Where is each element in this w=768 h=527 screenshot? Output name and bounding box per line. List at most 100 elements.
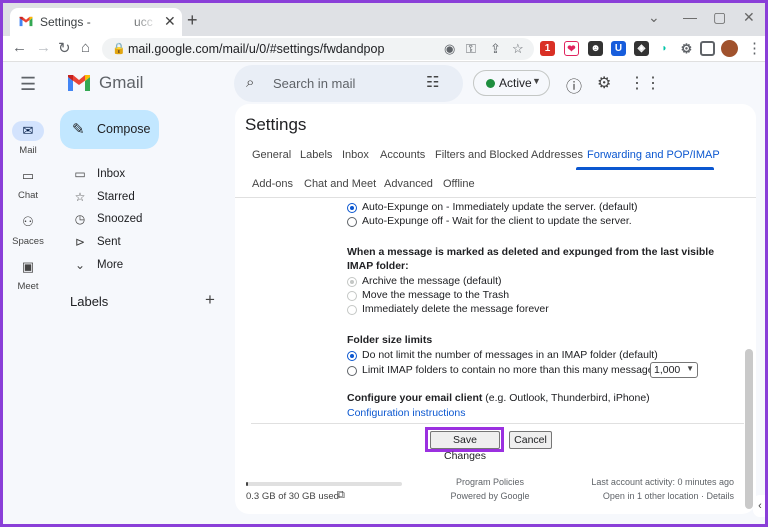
share-icon[interactable]: ⇪ [490, 41, 501, 57]
storage-meter-fill [246, 482, 248, 486]
grammarly-icon[interactable]: ◗ [657, 41, 672, 56]
program-policies-link[interactable]: Program Policies [435, 477, 545, 487]
browser-titlebar: Settings - ucc ✕ + ⌄ — ▢ ✕ [3, 3, 765, 36]
powered-by-text: Powered by Google [450, 491, 530, 501]
tab-advanced[interactable]: Advanced [384, 178, 433, 190]
configuration-instructions-link[interactable]: Configuration instructions [347, 407, 465, 419]
search-options-icon[interactable]: ☷ [426, 73, 439, 91]
apps-grid-icon[interactable]: ⋮⋮ [629, 73, 661, 93]
other-location-details-link[interactable]: Open in 1 other location · Details [603, 491, 734, 501]
tab-inbox[interactable]: Inbox [342, 149, 369, 161]
extensions-puzzle-icon[interactable]: ⚙ [679, 41, 694, 56]
limit-select[interactable]: 1,000 ▼ [650, 362, 698, 378]
url-text[interactable]: mail.google.com/mail/u/0/#settings/fwdan… [128, 42, 384, 56]
deleted-message-title-line2: IMAP folder: [347, 260, 409, 272]
cancel-button[interactable]: Cancel [509, 431, 552, 449]
limit-label: Limit IMAP folders to contain no more th… [362, 364, 659, 376]
reload-icon[interactable]: ↻ [58, 39, 71, 57]
tab-search-icon[interactable]: ⌄ [648, 9, 660, 26]
forward-icon[interactable]: → [36, 39, 51, 56]
maximize-icon[interactable]: ▢ [713, 9, 726, 26]
status-selector[interactable]: Active ▼ [473, 70, 550, 96]
home-icon[interactable]: ⌂ [81, 39, 90, 56]
gmail-logo-icon[interactable] [67, 74, 91, 92]
tab-forwarding-pop-imap[interactable]: Forwarding and POP/IMAP [587, 149, 720, 161]
screenshot-extension-icon[interactable]: ◈ [634, 41, 649, 56]
radio-button[interactable] [347, 351, 357, 361]
email-client-title: Configure your email client (e.g. Outloo… [347, 392, 650, 404]
search-input[interactable]: Search in mail [273, 76, 355, 91]
extension-badge-icon[interactable]: 1 [540, 41, 555, 56]
rail-spaces-label: Spaces [12, 236, 44, 247]
tab-chat-and-meet[interactable]: Chat and Meet [304, 178, 376, 190]
sidebar-item-label: Inbox [97, 168, 126, 180]
open-external-icon[interactable]: ⧉ [337, 489, 345, 502]
sidebar-item-label: Snoozed [97, 213, 143, 225]
bookmark-star-icon[interactable]: ☆ [512, 41, 524, 57]
minimize-icon[interactable]: — [683, 9, 697, 25]
tab-add-ons[interactable]: Add-ons [252, 178, 293, 190]
tab-labels[interactable]: Labels [300, 149, 332, 161]
tab-accounts[interactable]: Accounts [380, 149, 425, 161]
tab-close-icon[interactable]: ✕ [164, 13, 176, 30]
scrollbar-thumb[interactable] [745, 349, 753, 509]
expunge-on-label: Auto-Expunge on - Immediately update the… [362, 201, 638, 213]
browser-menu-icon[interactable]: ⋮ [747, 39, 762, 57]
delete-forever-label: Immediately delete the message forever [362, 303, 549, 315]
view-icon[interactable]: ◉ [444, 41, 455, 57]
lock-icon[interactable]: 🔒 [112, 42, 126, 55]
send-icon: ⊳ [74, 235, 86, 249]
tab-general[interactable]: General [252, 149, 291, 161]
browser-tab[interactable]: Settings - ucc ✕ [10, 8, 182, 36]
gmail-favicon-icon [19, 16, 33, 27]
rail-chat[interactable]: ▭ Chat [3, 166, 53, 201]
side-panel-icon[interactable] [700, 41, 715, 56]
address-bar[interactable]: 🔒 mail.google.com/mail/u/0/#settings/fwd… [102, 38, 534, 60]
main-menu-icon[interactable]: ☰ [20, 74, 36, 95]
back-icon[interactable]: ← [12, 39, 27, 56]
rail-mail[interactable]: ✉ Mail [3, 121, 53, 156]
rail-spaces[interactable]: ⚇ Spaces [3, 212, 53, 247]
tab-filters[interactable]: Filters and Blocked Addresses [435, 149, 583, 161]
help-icon[interactable]: ⓘ [566, 73, 582, 97]
radio-button[interactable] [347, 366, 357, 376]
radio-button[interactable] [347, 277, 357, 287]
settings-gear-icon[interactable]: ⚙ [597, 73, 611, 93]
search-bar[interactable]: ⌕ Search in mail ☷ [234, 65, 463, 102]
sidebar-item-label: Starred [97, 191, 135, 203]
chat-icon: ▭ [21, 168, 35, 183]
radio-button[interactable] [347, 305, 357, 315]
rail-meet[interactable]: ▣ Meet [3, 257, 53, 292]
chevron-down-icon: ▼ [686, 364, 694, 373]
add-label-icon[interactable]: + [205, 290, 215, 310]
browser-toolbar: ← → ↻ ⌂ 🔒 mail.google.com/mail/u/0/#sett… [3, 36, 765, 62]
close-window-icon[interactable]: ✕ [743, 9, 755, 26]
spy-extension-icon[interactable]: ☻ [588, 41, 603, 56]
tab-offline[interactable]: Offline [443, 178, 475, 190]
settings-content: Auto-Expunge on - Immediately update the… [235, 198, 756, 514]
chevron-down-icon: ⌄ [74, 258, 86, 272]
compose-label: Compose [97, 122, 151, 136]
radio-button[interactable] [347, 291, 357, 301]
video-camera-icon: ▣ [21, 259, 35, 274]
rail-chat-label: Chat [17, 190, 39, 201]
gmail-product-name[interactable]: Gmail [99, 73, 143, 93]
storage-usage-text[interactable]: 0.3 GB of 30 GB used [246, 491, 339, 502]
profile-avatar[interactable] [721, 40, 738, 57]
trash-label: Move the message to the Trash [362, 289, 510, 301]
radio-button[interactable] [347, 203, 357, 213]
settings-panel: Settings General Labels Inbox Accounts F… [235, 104, 756, 514]
compose-button[interactable]: ✎ Compose [60, 110, 159, 149]
page-title: Settings [245, 115, 307, 134]
pencil-icon: ✎ [72, 121, 85, 138]
browser-window: Settings - ucc ✕ + ⌄ — ▢ ✕ ← → ↻ ⌂ 🔒 mai… [3, 3, 765, 524]
clock-icon: ◷ [74, 212, 86, 226]
search-icon[interactable]: ⌕ [246, 74, 254, 91]
new-tab-icon[interactable]: + [187, 10, 198, 31]
radio-button[interactable] [347, 217, 357, 227]
side-panel-toggle-icon[interactable]: ‹ [753, 495, 765, 517]
bitwarden-icon[interactable]: U [611, 41, 626, 56]
save-changes-button[interactable]: Save Changes [430, 431, 500, 462]
pocket-icon[interactable]: ❤ [564, 41, 579, 56]
key-icon[interactable]: ⚿ [466, 41, 476, 57]
